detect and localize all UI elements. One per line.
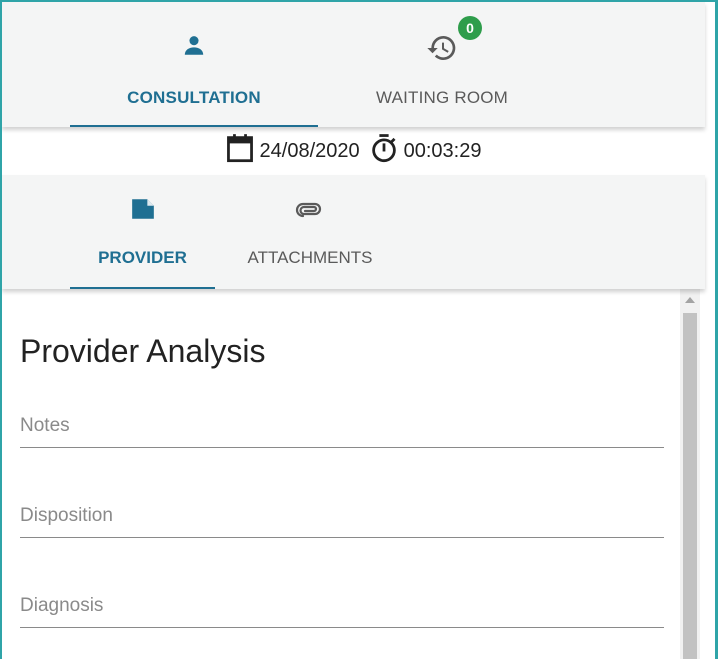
tab-consultation-label: CONSULTATION: [127, 88, 261, 107]
tab-attachments[interactable]: ATTACHMENTS: [215, 175, 405, 289]
active-subtab-indicator: [70, 287, 215, 289]
disposition-placeholder: Disposition: [20, 505, 113, 526]
note-icon: [130, 197, 156, 226]
main-tab-bar: CONSULTATION 0 WAITING ROOM: [2, 2, 705, 127]
person-icon: [181, 32, 207, 63]
tab-waiting-room[interactable]: 0 WAITING ROOM: [318, 2, 566, 127]
scroll-up-arrow-icon[interactable]: [685, 297, 695, 303]
calendar-icon: [226, 133, 254, 169]
tab-waiting-room-label: WAITING ROOM: [375, 88, 509, 107]
paperclip-icon: [295, 197, 325, 226]
tab-provider[interactable]: PROVIDER: [70, 175, 215, 289]
scrollbar-thumb[interactable]: [683, 313, 697, 659]
app-frame: CONSULTATION 0 WAITING ROOM 24/08/2020 0…: [0, 0, 718, 659]
diagnosis-placeholder: Diagnosis: [20, 595, 104, 616]
tab-provider-label: PROVIDER: [98, 248, 187, 267]
tab-consultation[interactable]: CONSULTATION: [70, 2, 318, 127]
notes-field[interactable]: Notes: [20, 399, 664, 448]
disposition-field[interactable]: Disposition: [20, 489, 664, 538]
session-timer: 00:03:29: [403, 139, 482, 162]
tab-attachments-label: ATTACHMENTS: [247, 248, 373, 267]
stopwatch-icon: [370, 133, 398, 169]
provider-form: Provider Analysis Notes Disposition Diag…: [2, 289, 680, 659]
diagnosis-field[interactable]: Diagnosis: [20, 579, 664, 628]
sub-tab-bar: PROVIDER ATTACHMENTS: [2, 175, 705, 289]
active-tab-indicator: [70, 125, 318, 127]
session-date: 24/08/2020: [259, 139, 360, 162]
waiting-count-badge: 0: [458, 16, 482, 40]
history-icon: [426, 32, 458, 69]
notes-placeholder: Notes: [20, 415, 70, 436]
vertical-scrollbar[interactable]: [680, 289, 700, 659]
session-info-bar: 24/08/2020 00:03:29: [2, 127, 705, 175]
form-title: Provider Analysis: [20, 333, 266, 369]
